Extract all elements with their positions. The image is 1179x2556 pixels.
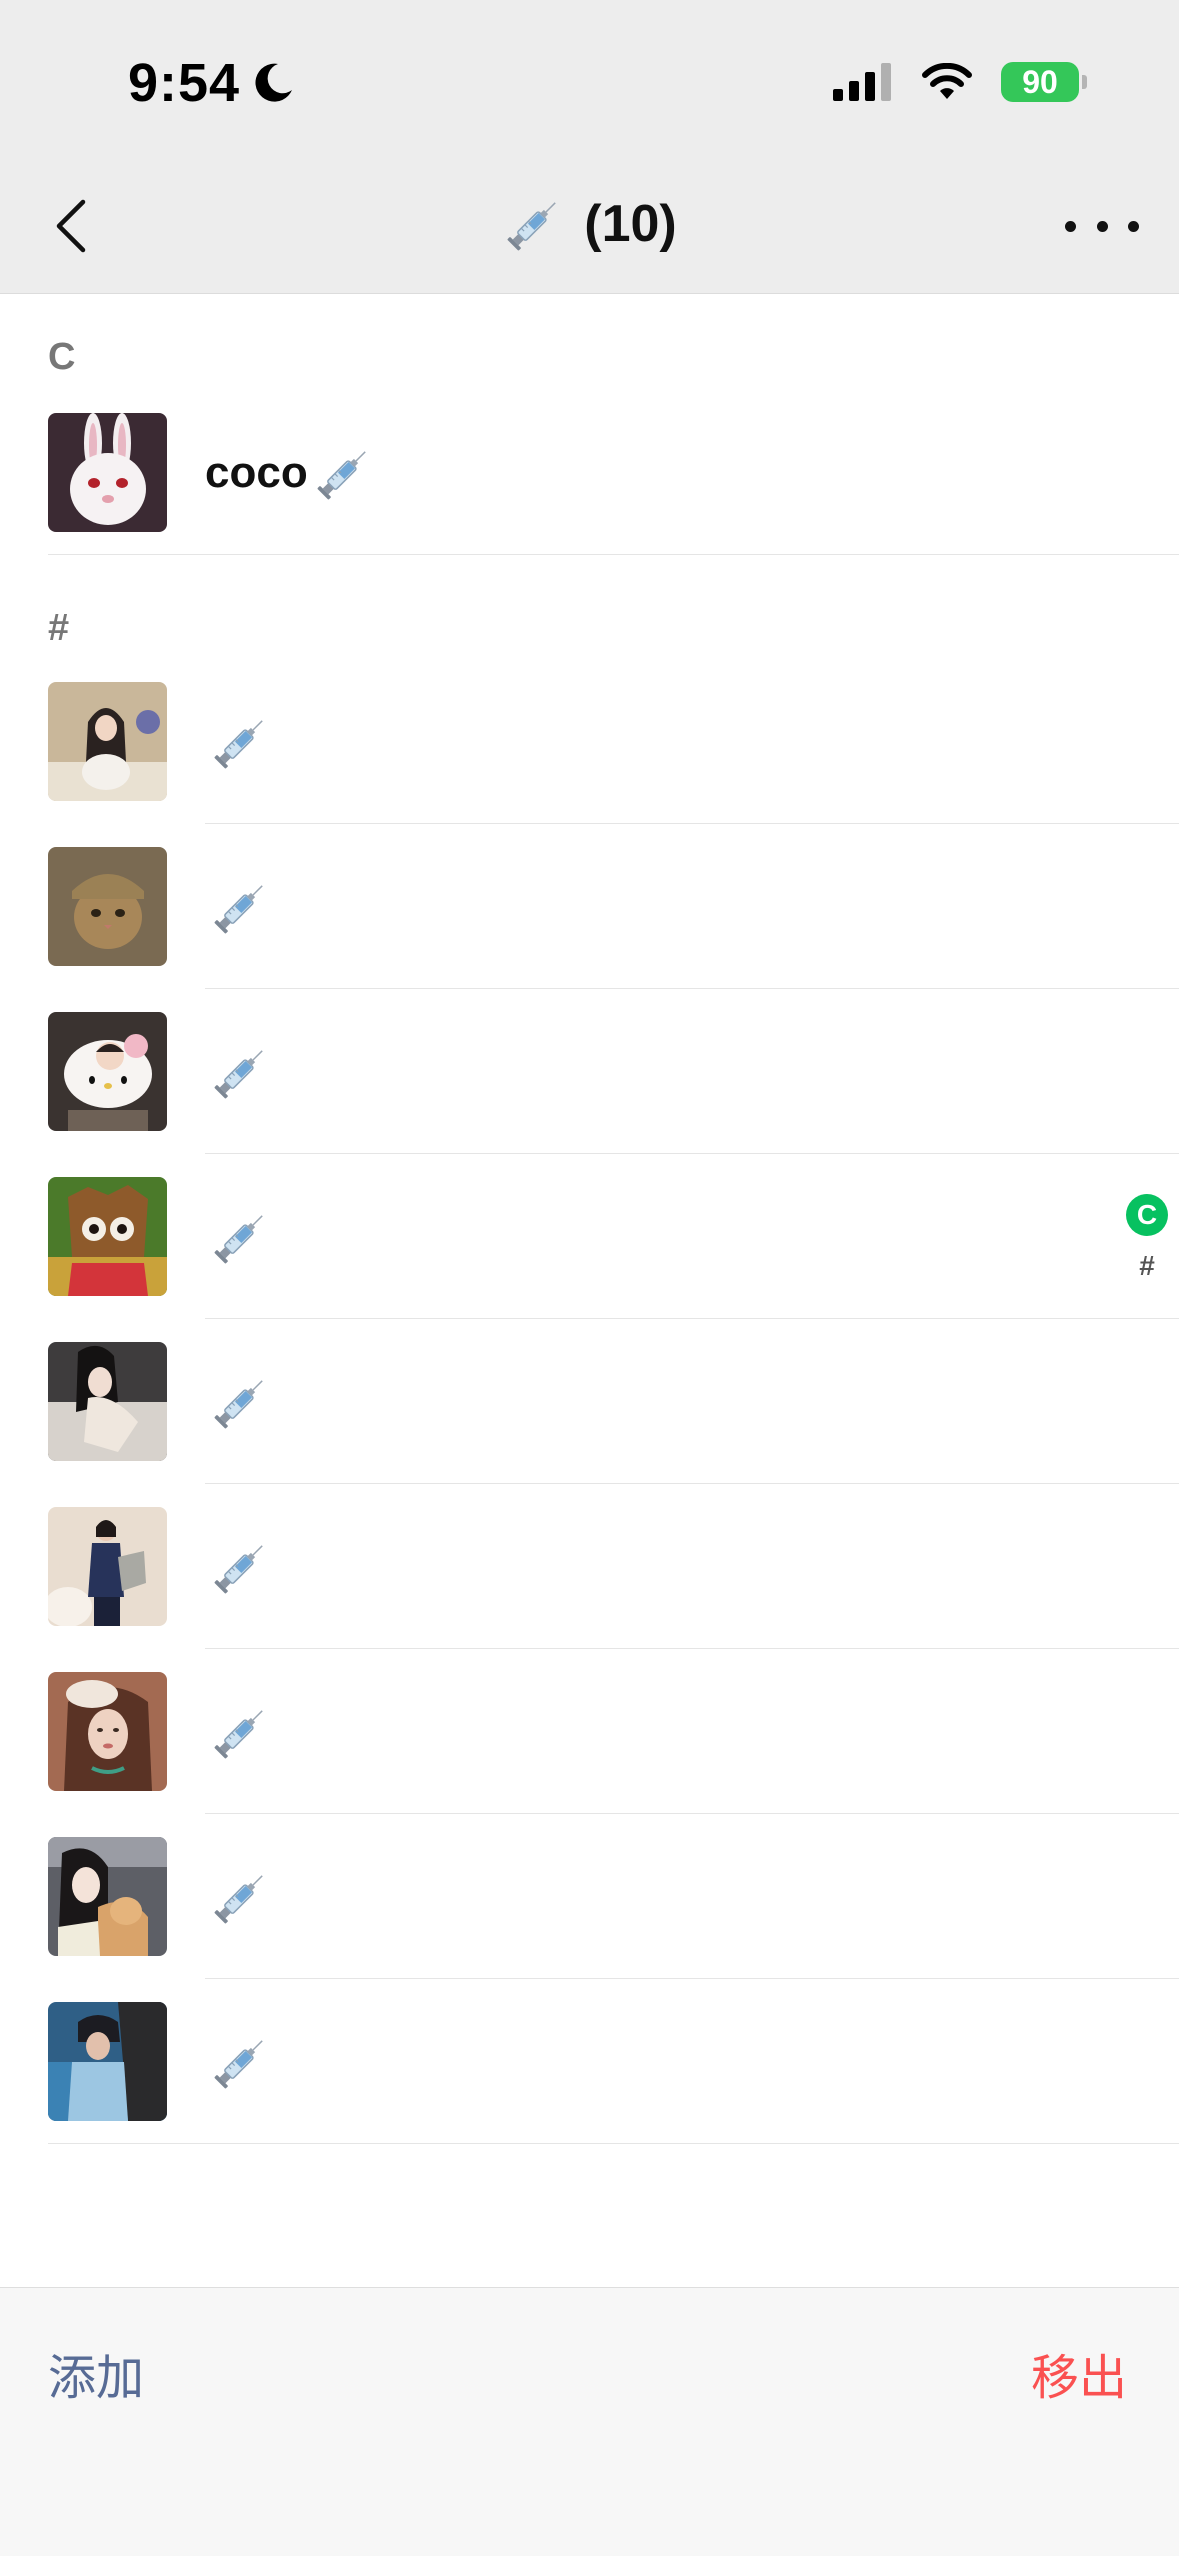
more-dot-icon xyxy=(1128,220,1139,232)
avatar xyxy=(48,1342,167,1461)
syringe-icon xyxy=(209,2030,273,2094)
avatar xyxy=(48,1012,167,1131)
list-item[interactable] xyxy=(0,1154,1179,1319)
section-header-hash: # xyxy=(48,607,70,649)
member-name xyxy=(205,1370,273,1434)
avatar xyxy=(48,413,167,532)
member-name xyxy=(205,1535,273,1599)
row-divider xyxy=(48,2143,1179,2144)
add-button[interactable]: 添加 xyxy=(48,2338,144,2408)
avatar xyxy=(48,1507,167,1626)
page-title-count: (10) xyxy=(584,195,677,253)
alphabet-index-bar[interactable]: C # xyxy=(1125,1194,1169,1282)
syringe-icon xyxy=(502,192,566,256)
syringe-icon xyxy=(209,1040,273,1104)
list-item[interactable] xyxy=(0,1484,1179,1649)
list-item[interactable]: coco xyxy=(0,390,1179,555)
index-item-c[interactable]: C xyxy=(1126,1194,1168,1236)
member-name xyxy=(205,1700,273,1764)
syringe-icon xyxy=(312,441,376,505)
avatar xyxy=(48,1837,167,1956)
cellular-signal-icon xyxy=(833,63,891,101)
syringe-icon xyxy=(209,1535,273,1599)
avatar xyxy=(48,847,167,966)
list-item[interactable] xyxy=(0,659,1179,824)
more-dot-icon xyxy=(1065,220,1076,232)
syringe-icon xyxy=(209,1370,273,1434)
member-name: coco xyxy=(205,441,376,505)
syringe-icon xyxy=(209,1205,273,1269)
remove-button[interactable]: 移出 xyxy=(1031,2338,1127,2408)
member-list: C coco # xyxy=(0,294,1179,2144)
list-item[interactable] xyxy=(0,989,1179,1154)
more-dot-icon xyxy=(1096,220,1108,232)
list-item[interactable] xyxy=(0,1319,1179,1484)
status-indicators: 90 xyxy=(833,62,1087,102)
index-item-hash[interactable]: # xyxy=(1139,1250,1155,1282)
member-name xyxy=(205,710,273,774)
avatar xyxy=(48,1177,167,1296)
list-item[interactable] xyxy=(0,1979,1179,2144)
list-item[interactable] xyxy=(0,1649,1179,1814)
bottom-action-bar: 添加 移出 xyxy=(0,2287,1179,2556)
member-name xyxy=(205,1040,273,1104)
list-item[interactable] xyxy=(0,1814,1179,1979)
status-time-text: 9:54 xyxy=(128,53,241,113)
avatar xyxy=(48,682,167,801)
row-divider xyxy=(48,554,1179,555)
page-title: (10) xyxy=(0,192,1179,256)
wifi-icon xyxy=(922,63,972,99)
syringe-icon xyxy=(209,1865,273,1929)
avatar xyxy=(48,2002,167,2121)
list-item[interactable] xyxy=(0,824,1179,989)
member-name xyxy=(205,875,273,939)
member-name xyxy=(205,2030,273,2094)
syringe-icon xyxy=(209,875,273,939)
avatar xyxy=(48,1672,167,1791)
battery-indicator: 90 xyxy=(1001,62,1087,102)
battery-level: 90 xyxy=(1022,63,1058,100)
status-time: 9:54 xyxy=(128,52,296,114)
member-name xyxy=(205,1205,273,1269)
more-button[interactable] xyxy=(1065,200,1139,252)
syringe-icon xyxy=(209,1700,273,1764)
syringe-icon xyxy=(209,710,273,774)
moon-icon xyxy=(255,63,293,102)
top-bar: 9:54 90 (10) xyxy=(0,0,1179,294)
section-header-c: C xyxy=(48,336,76,378)
member-name xyxy=(205,1865,273,1929)
